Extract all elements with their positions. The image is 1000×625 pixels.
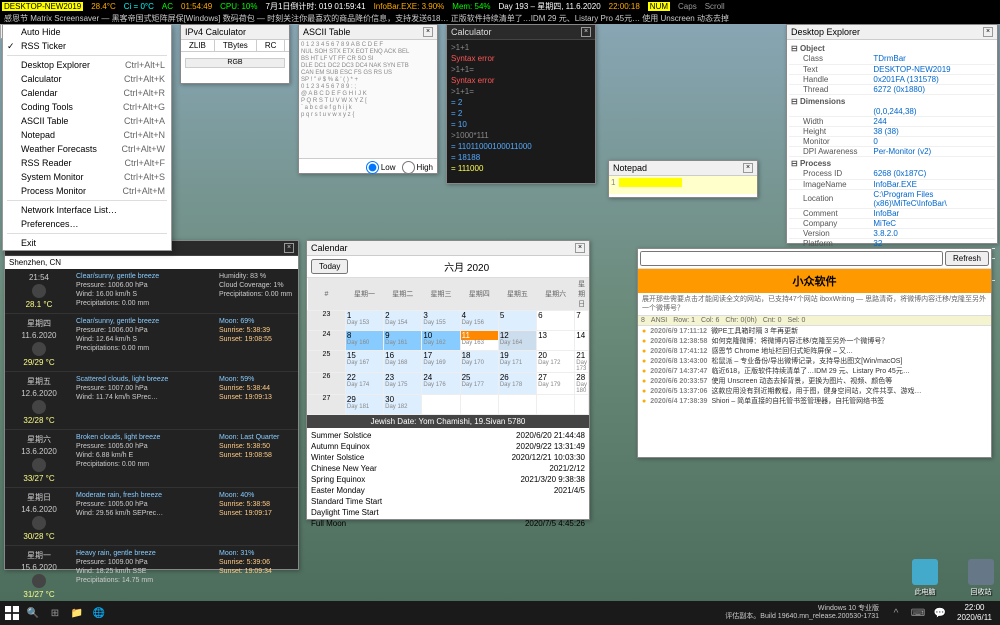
notepad-window[interactable]: Notepad × 1 <box>608 160 758 198</box>
menu-item-auto-hide[interactable]: Auto Hide <box>3 25 171 39</box>
search-icon[interactable]: 🔍 <box>22 603 44 623</box>
property-grid[interactable]: ObjectClassTDrmBarTextDESKTOP-NEW2019Han… <box>787 40 997 283</box>
close-icon[interactable]: × <box>284 243 294 253</box>
tab-rc[interactable]: RC <box>257 40 286 51</box>
ipv4-calculator-window[interactable]: IPv4 Calculator ZLIB TBytes RC RGB <box>180 24 290 84</box>
ci-temp: Ci = 0°C <box>124 2 154 11</box>
rss-feed-title: 小众软件 <box>638 269 991 293</box>
refresh-button[interactable]: Refresh <box>945 251 989 266</box>
ime-icon[interactable]: ⌨ <box>907 603 929 623</box>
explorer-icon[interactable]: 📁 <box>66 603 88 623</box>
window-title: Notepad <box>613 163 647 173</box>
menu-item-system-monitor[interactable]: System MonitorCtrl+Alt+S <box>3 170 171 184</box>
menu-item-calculator[interactable]: CalculatorCtrl+Alt+K <box>3 72 171 86</box>
menu-item-exit[interactable]: Exit <box>3 236 171 250</box>
ascii-table-window[interactable]: ASCII Table × 0 1 2 3 4 5 6 7 8 9 A B C D… <box>298 24 438 174</box>
menu-item-calendar[interactable]: CalendarCtrl+Alt+R <box>3 86 171 100</box>
news-ticker[interactable]: 感恩节 Matrix Screensaver — 黑客帝国式矩阵屏保[Windo… <box>0 12 1000 24</box>
notification-icon[interactable]: 💬 <box>929 603 951 623</box>
edge-icon[interactable]: 🌐 <box>88 603 110 623</box>
ascii-low-radio[interactable]: Low <box>366 161 396 174</box>
ac-status: AC <box>162 2 173 11</box>
desktop-icons: 此电脑 回收站 <box>910 559 996 597</box>
menu-item-process-monitor[interactable]: Process MonitorCtrl+Alt+M <box>3 184 171 198</box>
numlock: NUM <box>648 2 670 11</box>
tab-tbytes[interactable]: TBytes <box>215 40 257 51</box>
calculator-output[interactable]: >1+1Syntax error>1+1=Syntax error>1+1== … <box>447 40 595 176</box>
menu-item-preferences-[interactable]: Preferences… <box>3 217 171 231</box>
jewish-date: Jewish Date: Yom Chamishi, 19.Sivan 5780 <box>307 415 589 428</box>
mem-usage: Mem: 54% <box>452 2 490 11</box>
tray-up-icon[interactable]: ^ <box>885 603 907 623</box>
desktop-explorer-window[interactable]: Desktop Explorer× ObjectClassTDrmBarText… <box>786 24 998 244</box>
capslock: Caps <box>678 2 697 11</box>
today-button[interactable]: Today <box>311 259 348 274</box>
calendar-grid[interactable]: #星期一星期二星期三星期四星期五星期六星期日231Day 1532Day 154… <box>307 278 589 415</box>
calendar-month: 六月 2020 <box>348 259 585 274</box>
notepad-editor[interactable]: 1 <box>609 176 757 194</box>
window-title: Calendar <box>311 243 348 253</box>
day-counter: Day 193 – 星期四, 11.6.2020 <box>499 1 601 12</box>
weather-forecast-window[interactable]: Weather Forecast× Shenzhen, CN 21:5428.1… <box>4 240 299 570</box>
uptime: 01:54:49 <box>181 2 212 11</box>
infobar[interactable]: DESKTOP-NEW2019 28.4°C Ci = 0°C AC 01:54… <box>0 0 1000 12</box>
rss-status-bar: 8ANSIRow: 1Col: 6Chr: 0(0h)Cnt: 0Sel: 0 <box>638 315 991 326</box>
rss-reader-window[interactable]: Refresh 小众软件 展开那些需要点击才能阅读全文的网站，已支持47个网站 … <box>637 248 992 458</box>
rgb-field[interactable]: RGB <box>185 58 285 68</box>
countdown: 7月1日倒计时: 019 01:59:41 <box>266 1 366 12</box>
clock: 22:00:18 <box>609 2 640 11</box>
window-title: Desktop Explorer <box>791 27 860 37</box>
calendar-window[interactable]: Calendar × Today 六月 2020 #星期一星期二星期三星期四星期五… <box>306 240 590 520</box>
calculator-window[interactable]: Calculator × >1+1Syntax error>1+1=Syntax … <box>446 24 596 184</box>
weather-location-input[interactable]: Shenzhen, CN <box>5 256 298 269</box>
tab-zlib[interactable]: ZLIB <box>181 40 215 51</box>
window-title: IPv4 Calculator <box>185 27 246 37</box>
menu-item-rss-reader[interactable]: RSS ReaderCtrl+Alt+F <box>3 156 171 170</box>
infobar-context-menu: Auto HideRSS Ticker Desktop ExplorerCtrl+… <box>2 24 172 251</box>
hostname[interactable]: DESKTOP-NEW2019 <box>2 2 83 11</box>
task-view-icon[interactable]: ⊞ <box>44 603 66 623</box>
rss-item-list[interactable]: ●2020/6/9 17:11:12微PE工具箱时隔 3 年再更新●2020/6… <box>638 326 991 408</box>
calendar-events: Summer Solstice2020/6/20 21:44:48Autumn … <box>307 428 589 531</box>
desktop-icon-recycle[interactable]: 回收站 <box>966 559 996 597</box>
rss-feed-description: 展开那些需要点击才能阅读全文的网站，已支持47个网站 iboxWriting —… <box>638 293 991 315</box>
cpu-temp: 28.4°C <box>91 2 116 11</box>
menu-item-desktop-explorer[interactable]: Desktop ExplorerCtrl+Alt+L <box>3 58 171 72</box>
window-title: ASCII Table <box>303 27 350 37</box>
close-icon[interactable]: × <box>983 27 993 37</box>
scrolllock: Scroll <box>705 2 725 11</box>
close-icon[interactable]: × <box>581 27 591 37</box>
cpu-usage: CPU: 10% <box>220 2 257 11</box>
menu-item-rss-ticker[interactable]: RSS Ticker <box>3 39 171 53</box>
start-button[interactable] <box>2 603 22 623</box>
desktop-icon-computer[interactable]: 此电脑 <box>910 559 940 597</box>
top-process: InfoBar.EXE: 3.90% <box>374 2 445 11</box>
taskbar[interactable]: 🔍 ⊞ 📁 🌐 Windows 10 专业版 评估副本。Build 19640.… <box>0 601 1000 625</box>
close-icon[interactable]: × <box>575 243 585 253</box>
menu-item-ascii-table[interactable]: ASCII TableCtrl+Alt+A <box>3 114 171 128</box>
menu-item-network-interface-list-[interactable]: Network Interface List… <box>3 203 171 217</box>
watermark: Windows 10 专业版 评估副本。Build 19640.mn_relea… <box>719 605 885 621</box>
menu-item-notepad[interactable]: NotepadCtrl+Alt+N <box>3 128 171 142</box>
close-icon[interactable]: × <box>423 27 433 37</box>
ipv4-tabs: ZLIB TBytes RC <box>181 40 289 52</box>
menu-item-coding-tools[interactable]: Coding ToolsCtrl+Alt+G <box>3 100 171 114</box>
rss-url-input[interactable] <box>640 251 943 266</box>
close-icon[interactable]: × <box>743 163 753 173</box>
ascii-high-radio[interactable]: High <box>402 161 433 174</box>
window-title: Calculator <box>451 27 492 37</box>
taskbar-clock[interactable]: 22:00 2020/6/11 <box>951 603 998 623</box>
menu-item-weather-forecasts[interactable]: Weather ForecastsCtrl+Alt+W <box>3 142 171 156</box>
ascii-grid[interactable]: 0 1 2 3 4 5 6 7 8 9 A B C D E FNUL SOH S… <box>299 40 437 158</box>
